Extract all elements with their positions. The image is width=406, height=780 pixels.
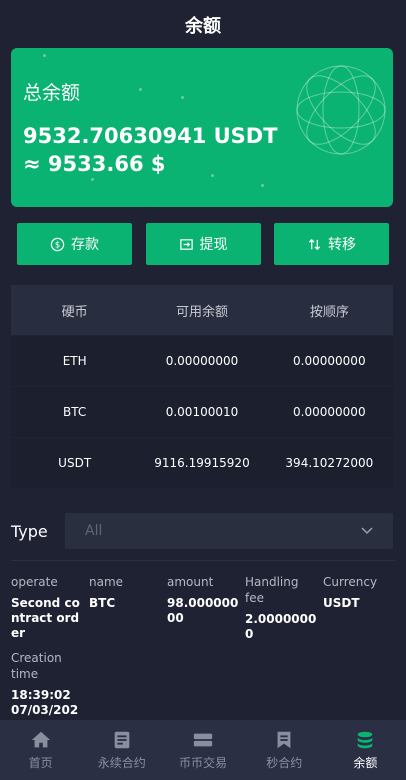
cell-in-order: 0.00000000 [293, 405, 366, 419]
table-row: ETH 0.00000000 0.00000000 [11, 336, 393, 387]
withdraw-label: 提现 [199, 237, 228, 253]
cell-in-order: 0.00000000 [293, 354, 366, 368]
record-key: Currency [323, 575, 378, 589]
tab-balance[interactable]: 余额 [325, 720, 406, 780]
cell-available: 0.00100010 [165, 405, 239, 419]
type-label: Type [11, 521, 48, 541]
cell-in-order: 394.10272000 [285, 456, 374, 470]
record-name: name BTC [89, 574, 167, 642]
cell-coin: ETH [62, 354, 87, 368]
exchange-icon [193, 733, 213, 747]
record-operate: operate Second contract order [11, 574, 89, 642]
tab-label: 永续合约 [97, 756, 146, 770]
record-currency: Currency USDT [323, 574, 401, 642]
tab-label: 币币交易 [179, 756, 228, 770]
deposit-button[interactable]: $ 存款 [17, 223, 132, 265]
balance-card: 总余额 9532.70630941 USDT ≈ 9533.66 $ [11, 48, 393, 207]
record-key: amount [167, 575, 214, 589]
coins-icon [358, 731, 373, 749]
svg-text:$: $ [55, 239, 60, 249]
tab-home[interactable]: 首页 [0, 720, 81, 780]
record-key: name [89, 575, 124, 589]
record-value: 2.00000000 [245, 612, 317, 641]
page-title: 余额 [185, 16, 221, 37]
globe-decoration-icon [296, 65, 386, 155]
tab-second-contract[interactable]: 秒合约 [244, 720, 325, 780]
divider [11, 560, 395, 561]
header-coin: 硬币 [61, 304, 88, 320]
header-in-order: 按顺序 [309, 304, 349, 320]
cell-available: 0.00000000 [165, 354, 239, 368]
record-value: Second contract order [11, 596, 80, 640]
total-balance-usdt: 9532.70630941 USDT [23, 124, 278, 148]
withdraw-icon [179, 238, 193, 250]
transfer-button[interactable]: 转移 [274, 223, 389, 265]
record-fee: Handling fee 2.00000000 [245, 574, 323, 642]
type-selected-value: All [85, 523, 103, 539]
record-key: Creation time [11, 651, 62, 681]
table-row: USDT 9116.19915920 394.10272000 [11, 438, 393, 489]
cell-coin: BTC [63, 405, 87, 419]
transfer-arrows-icon [308, 238, 321, 250]
table-header: 硬币 可用余额 按顺序 [11, 285, 393, 336]
dollar-circle-icon: $ [50, 237, 65, 251]
transfer-label: 转移 [328, 237, 356, 253]
bookmark-icon [277, 731, 291, 749]
chevron-down-icon [361, 527, 373, 535]
record-item: operate Second contract order name BTC a… [11, 574, 401, 733]
tab-label: 首页 [28, 756, 53, 770]
contract-icon [114, 731, 130, 749]
cell-coin: USDT [58, 456, 92, 470]
record-value: USDT [323, 596, 360, 610]
header-available: 可用余额 [175, 304, 228, 320]
assets-table: 硬币 可用余额 按顺序 ETH 0.00000000 0.00000000 BT… [11, 285, 393, 489]
bottom-tab-bar: 首页 永续合约 币币交易 秒合约 余额 [0, 720, 406, 780]
total-balance-label: 总余额 [23, 82, 81, 104]
tab-label: 余额 [353, 756, 378, 770]
action-buttons: $ 存款 提现 转移 [17, 223, 389, 265]
cell-available: 9116.19915920 [154, 456, 250, 470]
tab-coin-trading[interactable]: 币币交易 [162, 720, 243, 780]
type-select[interactable]: All [65, 513, 393, 549]
withdraw-button[interactable]: 提现 [145, 223, 261, 265]
tab-perpetual-contract[interactable]: 永续合约 [81, 720, 162, 780]
record-amount: amount 98.00000000 [167, 574, 245, 642]
record-key: Handling fee [245, 575, 299, 605]
table-row: BTC 0.00100010 0.00000000 [11, 387, 393, 438]
record-value: 98.00000000 [167, 596, 239, 625]
tab-label: 秒合约 [266, 756, 303, 770]
record-value: BTC [89, 596, 116, 610]
type-filter: Type All [11, 513, 393, 549]
home-icon [31, 731, 50, 748]
record-key: operate [11, 575, 58, 589]
deposit-label: 存款 [71, 237, 99, 253]
total-balance-usd: ≈ 9533.66 $ [23, 152, 166, 176]
